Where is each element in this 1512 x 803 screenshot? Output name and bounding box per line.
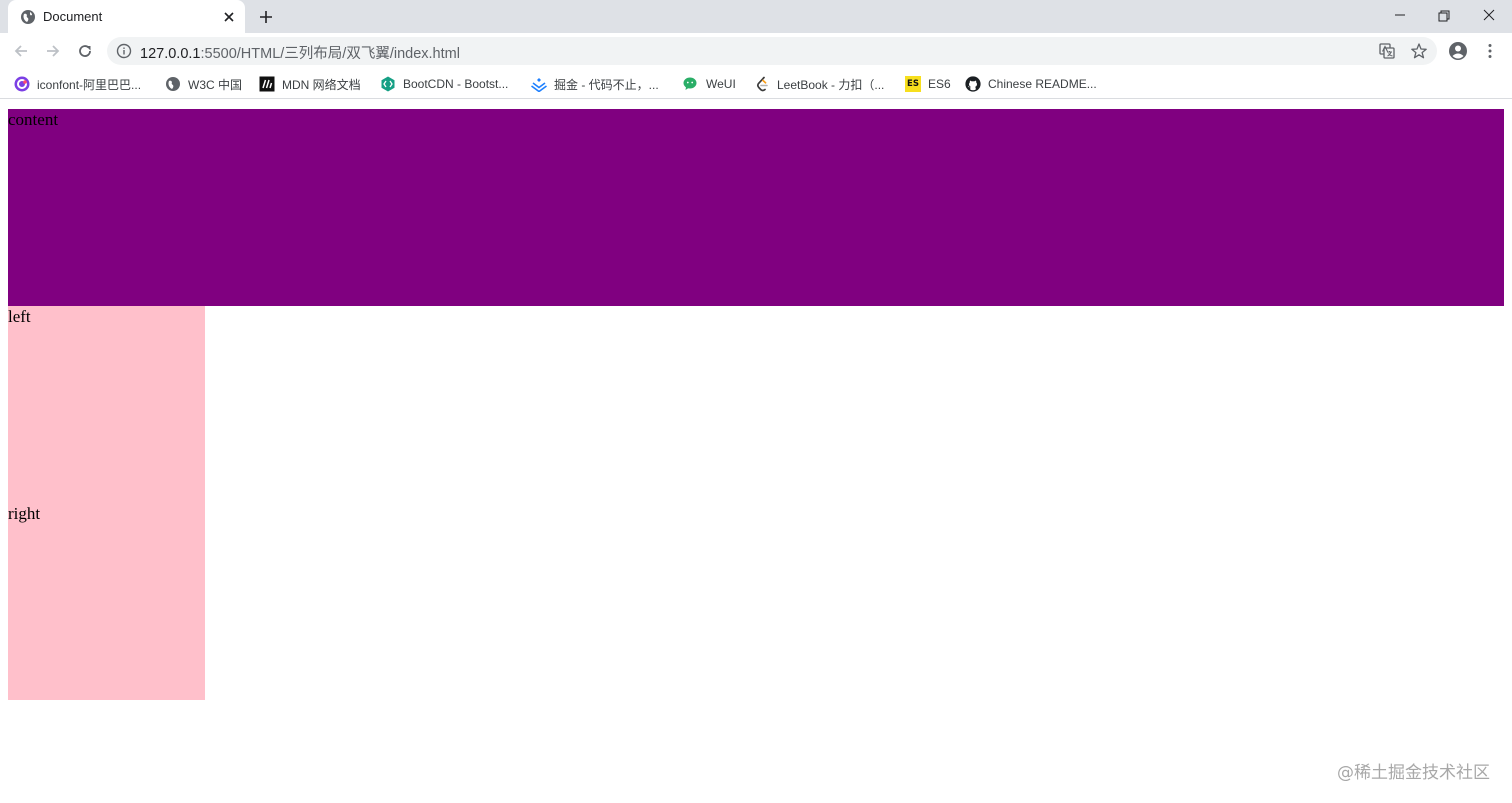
bookmark-juejin[interactable]: 掘金 - 代码不止，... [531, 74, 659, 94]
right-block: right [8, 503, 205, 700]
left-label: left [8, 307, 31, 326]
bookmark-mdn[interactable]: MDN 网络文档 [259, 74, 361, 94]
bootcdn-icon [381, 76, 395, 92]
url-text[interactable]: 127.0.0.1:5500/HTML/三列布局/双飞翼/index.html [140, 42, 460, 63]
bookmarks-bar: iconfont-阿里巴巴... W3C 中国 MDN 网络文档 BootCDN… [0, 69, 1512, 99]
url-path: :5500/HTML/三列布局/双飞翼/index.html [200, 46, 460, 62]
bookmark-label: BootCDN - Bootst... [403, 77, 509, 91]
bookmark-es6[interactable]: ES ES6 [905, 74, 951, 94]
bookmark-label: WeUI [706, 77, 736, 91]
bookmark-label: W3C 中国 [188, 77, 243, 92]
bookmark-w3c[interactable]: W3C 中国 [165, 74, 242, 94]
bookmark-leetbook[interactable]: LeetBook - 力扣（... [754, 74, 884, 94]
bookmark-label: iconfont-阿里巴巴... [37, 77, 142, 92]
bookmark-label: Chinese README... [988, 77, 1097, 91]
es6-icon: ES [905, 76, 921, 92]
juejin-icon [531, 78, 547, 92]
new-tab-icon[interactable] [256, 7, 276, 27]
restore-icon[interactable] [1434, 6, 1454, 26]
right-label: right [8, 504, 41, 523]
info-icon[interactable] [116, 43, 132, 59]
globe-icon [21, 10, 35, 24]
url-host: 127.0.0.1 [140, 46, 201, 62]
close-window-icon[interactable] [1479, 6, 1499, 26]
forward-icon[interactable] [43, 41, 63, 61]
page-viewport: content left right @稀土掘金技术社区 [0, 100, 1512, 803]
bookmark-label: 掘金 - 代码不止，... [554, 77, 659, 92]
bookmark-iconfont[interactable]: iconfont-阿里巴巴... [14, 74, 141, 94]
bookmark-bootcdn[interactable]: BootCDN - Bootst... [380, 74, 508, 94]
bookmark-label: LeetBook - 力扣（... [777, 77, 885, 92]
weui-icon [683, 77, 697, 90]
back-icon[interactable] [11, 41, 31, 61]
globe-icon [166, 77, 180, 91]
browser-toolbar: 127.0.0.1:5500/HTML/三列布局/双飞翼/index.html [0, 33, 1512, 69]
github-icon [965, 76, 981, 92]
tab-strip: Document [0, 0, 1512, 33]
tab-title: Document [43, 9, 103, 24]
content-block: content [8, 109, 1504, 306]
iconfont-icon [14, 76, 30, 92]
watermark: @稀土掘金技术社区 [1337, 763, 1490, 783]
translate-icon[interactable] [1378, 42, 1396, 60]
bookmark-weui[interactable]: WeUI [683, 74, 736, 94]
bookmark-label: MDN 网络文档 [282, 77, 361, 92]
left-block: left [8, 306, 205, 503]
close-icon[interactable] [221, 9, 237, 25]
profile-icon[interactable] [1448, 41, 1468, 61]
bookmark-label: ES6 [928, 77, 951, 91]
reload-icon[interactable] [75, 41, 95, 61]
tab-document[interactable]: Document [8, 0, 245, 33]
leetcode-icon [756, 76, 768, 92]
minimize-icon[interactable] [1390, 6, 1410, 26]
bookmark-github-readme[interactable]: Chinese README... [965, 74, 1097, 94]
bookmark-star-icon[interactable] [1410, 42, 1428, 60]
menu-kebab-icon[interactable] [1480, 41, 1500, 61]
mdn-icon [259, 76, 275, 92]
address-bar[interactable]: 127.0.0.1:5500/HTML/三列布局/双飞翼/index.html [107, 37, 1437, 65]
content-label: content [8, 110, 59, 129]
